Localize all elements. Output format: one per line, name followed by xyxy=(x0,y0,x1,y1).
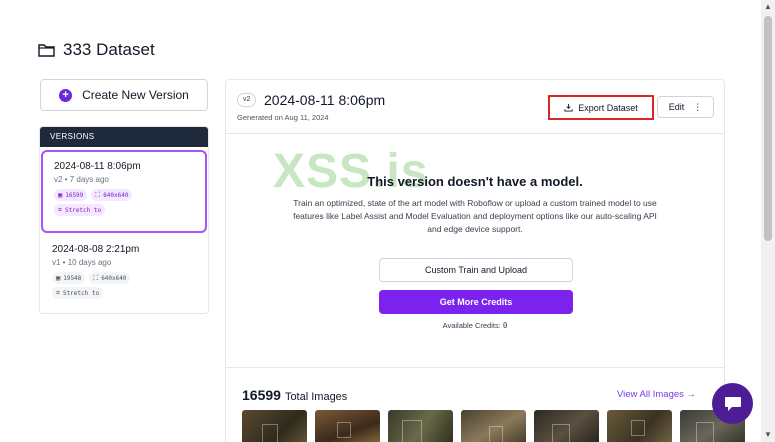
version-badge: v2 xyxy=(237,93,257,107)
plus-icon: + xyxy=(59,88,73,102)
version-date: 2024-08-08 2:21pm xyxy=(52,244,140,255)
version-item-v2[interactable]: 2024-08-11 8:06pm v2 • 7 days ago ▣ 16599… xyxy=(41,150,207,233)
scroll-up-icon[interactable]: ▲ xyxy=(761,0,775,14)
images-label: Total Images xyxy=(284,391,348,403)
image-icon: ▣ xyxy=(58,191,63,199)
versions-panel: VERSIONS 2024-08-11 8:06pm v2 • 7 days a… xyxy=(39,126,209,314)
image-thumbnail[interactable] xyxy=(388,410,453,442)
image-thumbnail[interactable] xyxy=(315,410,380,442)
image-thumbnail[interactable] xyxy=(242,410,307,442)
image-thumbnail[interactable] xyxy=(607,410,672,442)
export-label: Export Dataset xyxy=(578,102,638,113)
version-meta: v1 • 10 days ago xyxy=(52,258,112,267)
image-thumbnail[interactable] xyxy=(461,410,526,442)
chat-widget-button[interactable] xyxy=(712,383,753,424)
crop-icon: ⌗ xyxy=(56,288,60,297)
image-icon: ▣ xyxy=(56,274,61,282)
version-date: 2024-08-11 8:06pm xyxy=(54,161,141,172)
custom-train-upload-button[interactable]: Custom Train and Upload xyxy=(379,258,573,282)
create-label: Create New Version xyxy=(82,88,189,102)
scroll-thumb[interactable] xyxy=(764,16,772,241)
image-count-tag: ▣ 19548 xyxy=(52,272,86,284)
transform-tag: ⌗ Stretch to xyxy=(52,287,104,299)
edit-label: Edit xyxy=(668,102,685,112)
size-tag: ⛶ 640x640 xyxy=(91,189,133,201)
available-credits: Available Credits: 0 xyxy=(442,321,508,330)
version-item-v1[interactable]: 2024-08-08 2:21pm v1 • 10 days ago ▣ 1954… xyxy=(41,235,207,313)
create-new-version-button[interactable]: + Create New Version xyxy=(40,79,208,111)
download-icon xyxy=(564,103,573,112)
total-images: 16599 Total Images xyxy=(242,387,347,403)
chat-icon xyxy=(724,396,741,411)
image-count-tag: ▣ 16599 xyxy=(54,189,88,201)
page-scrollbar[interactable]: ▲ ▼ xyxy=(761,0,775,442)
view-all-images-link[interactable]: View All Images → xyxy=(617,389,696,400)
no-model-heading: This version doesn't have a model. xyxy=(367,174,583,189)
image-thumbnails xyxy=(242,410,745,442)
versions-heading: VERSIONS xyxy=(40,127,208,147)
version-detail-card: v2 2024-08-11 8:06pm Generated on Aug 11… xyxy=(225,79,745,442)
no-model-description: Train an optimized, state of the art mod… xyxy=(293,198,657,234)
transform-tag: ⌗ Stretch to xyxy=(54,204,106,216)
resize-icon: ⛶ xyxy=(93,273,99,282)
images-count: 16599 xyxy=(242,387,281,403)
image-thumbnail[interactable] xyxy=(534,410,599,442)
resize-icon: ⛶ xyxy=(95,190,101,199)
size-tag: ⛶ 640x640 xyxy=(89,272,131,284)
export-dataset-button[interactable]: Export Dataset xyxy=(548,95,654,120)
section-divider xyxy=(226,367,724,368)
credits-value: 0 xyxy=(502,321,508,330)
version-title: 2024-08-11 8:06pm xyxy=(264,92,386,108)
dataset-name: 333 Dataset xyxy=(63,40,155,59)
version-meta: v2 • 7 days ago xyxy=(54,175,109,184)
edit-button[interactable]: Edit ⋮ xyxy=(657,96,714,118)
get-more-credits-button[interactable]: Get More Credits xyxy=(379,290,573,314)
page-title: 333 Dataset xyxy=(38,40,155,60)
crop-icon: ⌗ xyxy=(58,205,62,214)
version-generated-date: Generated on Aug 11, 2024 xyxy=(237,113,329,122)
more-vertical-icon: ⋮ xyxy=(693,101,703,112)
folder-icon xyxy=(38,44,55,57)
watermark: XSS.is xyxy=(273,145,429,198)
scroll-down-icon[interactable]: ▼ xyxy=(761,428,775,442)
version-header: v2 2024-08-11 8:06pm Generated on Aug 11… xyxy=(226,80,724,134)
